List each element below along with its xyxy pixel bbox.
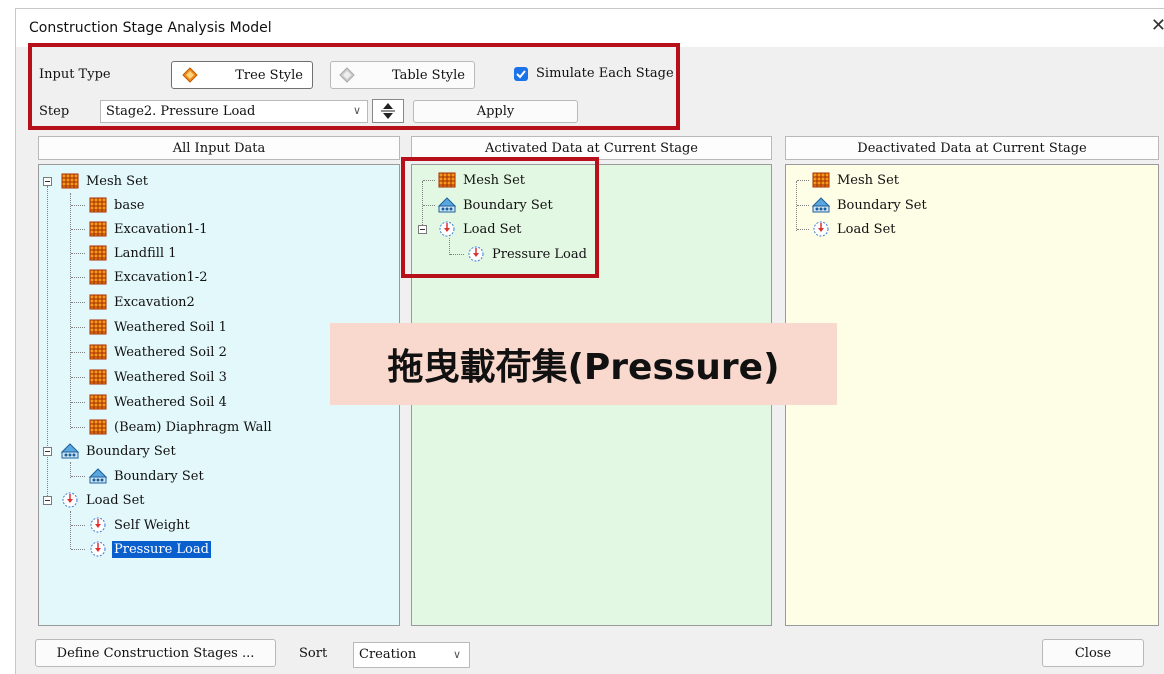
tree-node-boundary-set[interactable]: Boundary Set: [60, 440, 178, 462]
mesh-icon: [89, 419, 107, 435]
tree-node-mesh-set[interactable]: Mesh Set: [60, 170, 150, 192]
deactivated-node-mesh-set[interactable]: Mesh Set: [797, 169, 901, 191]
mesh-icon: [812, 172, 830, 188]
load-icon: [90, 517, 106, 533]
boundary-icon: [88, 468, 108, 484]
close-button[interactable]: Close: [1042, 639, 1144, 667]
activated-highlight-box: [401, 157, 599, 278]
tree-label: Mesh Set: [86, 173, 149, 189]
tree-label: base: [114, 197, 145, 213]
define-stages-button[interactable]: Define Construction Stages ...: [35, 639, 276, 667]
tree-node-mesh-item[interactable]: (Beam) Diaphragm Wall: [71, 416, 274, 438]
all-input-header: All Input Data: [38, 136, 400, 160]
tree-node-mesh-item[interactable]: Excavation2: [71, 291, 197, 313]
tree-node-load-set[interactable]: Load Set: [60, 489, 147, 511]
mesh-icon: [89, 245, 107, 261]
tree-label: Self Weight: [114, 517, 190, 533]
tree-label: Weathered Soil 3: [114, 369, 227, 385]
tree-node-mesh-item[interactable]: Weathered Soil 2: [71, 341, 229, 363]
window-title: Construction Stage Analysis Model: [29, 20, 272, 36]
input-type-highlight-box: [28, 43, 680, 130]
load-set-expander[interactable]: [43, 496, 52, 505]
mesh-icon: [89, 269, 107, 285]
mesh-icon: [61, 173, 79, 189]
tree-label: Boundary Set: [114, 468, 204, 484]
tree-label: Excavation2: [114, 294, 195, 310]
tree-node-load-item[interactable]: Self Weight: [71, 514, 192, 536]
deactivated-node-boundary-set[interactable]: Boundary Set: [797, 194, 929, 216]
tree-node-mesh-item[interactable]: Excavation1-1: [71, 218, 209, 240]
load-icon: [90, 541, 106, 557]
mesh-icon: [89, 369, 107, 385]
mesh-icon: [89, 344, 107, 360]
tree-node-boundary-item[interactable]: Boundary Set: [71, 465, 206, 487]
tree-label: Landfill 1: [114, 245, 177, 261]
load-icon: [813, 221, 829, 237]
tree-node-mesh-item[interactable]: base: [71, 194, 146, 216]
tree-label: Excavation1-2: [114, 269, 208, 285]
tree-label: Pressure Load: [112, 540, 211, 558]
tree-node-mesh-item[interactable]: Weathered Soil 4: [71, 391, 229, 413]
sort-select[interactable]: Creation ∨: [353, 642, 470, 668]
mesh-icon: [89, 394, 107, 410]
tree-label: Boundary Set: [86, 443, 176, 459]
tree-label: Weathered Soil 2: [114, 344, 227, 360]
mesh-set-expander[interactable]: [43, 177, 52, 186]
close-window-icon[interactable]: ✕: [1151, 15, 1164, 36]
tree-label: Weathered Soil 4: [114, 394, 227, 410]
sort-label: Sort: [299, 646, 328, 661]
tree-label: (Beam) Diaphragm Wall: [114, 419, 272, 435]
boundary-icon: [60, 443, 80, 459]
tree-node-mesh-item[interactable]: Excavation1-2: [71, 266, 209, 288]
load-icon: [62, 492, 78, 508]
tree-label: Boundary Set: [837, 197, 927, 213]
tree-node-load-item-selected[interactable]: Pressure Load: [71, 538, 211, 560]
sort-value: Creation: [359, 647, 417, 662]
deactivated-header: Deactivated Data at Current Stage: [785, 136, 1159, 160]
tree-label: Load Set: [837, 221, 896, 237]
tree-node-mesh-item[interactable]: Weathered Soil 3: [71, 366, 229, 388]
boundary-icon: [811, 197, 831, 213]
mesh-icon: [89, 319, 107, 335]
chevron-down-icon: ∨: [452, 648, 461, 661]
boundary-set-expander[interactable]: [43, 447, 52, 456]
annotation-caption: 拖曳載荷集(Pressure): [330, 323, 837, 405]
tree-label: Load Set: [86, 492, 145, 508]
tree-label: Mesh Set: [837, 172, 900, 188]
mesh-icon: [89, 221, 107, 237]
tree-node-mesh-item[interactable]: Landfill 1: [71, 242, 178, 264]
tree-label: Weathered Soil 1: [114, 319, 227, 335]
mesh-icon: [89, 197, 107, 213]
title-bar: Construction Stage Analysis Model ✕: [16, 9, 1164, 47]
mesh-icon: [89, 294, 107, 310]
deactivated-node-load-set[interactable]: Load Set: [797, 218, 898, 240]
tree-label: Excavation1-1: [114, 221, 208, 237]
tree-node-mesh-item[interactable]: Weathered Soil 1: [71, 316, 229, 338]
